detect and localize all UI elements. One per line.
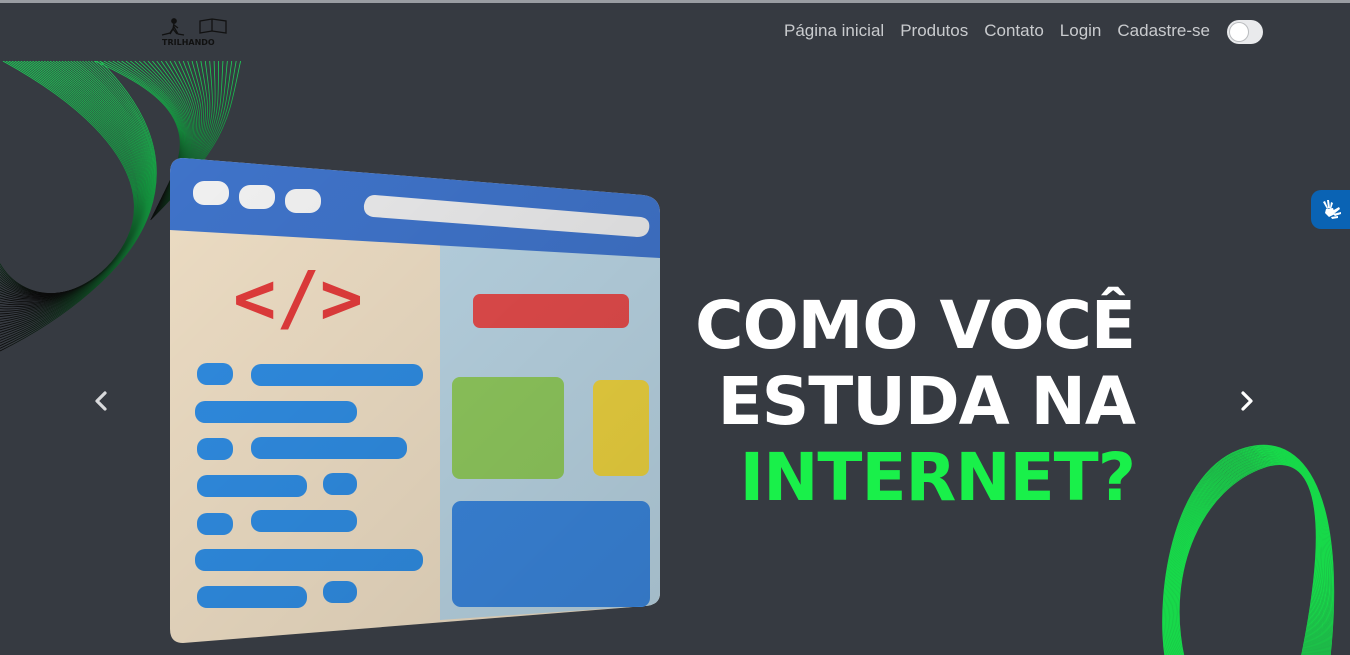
accessibility-widget-button[interactable]: [1311, 190, 1350, 229]
hero-headline-line-1: COMO VOCÊ: [695, 287, 1136, 364]
theme-toggle-knob: [1230, 23, 1248, 41]
hero-headline-line-2: ESTUDA NA: [717, 363, 1136, 440]
brand-logo[interactable]: TRILHANDO: [160, 15, 230, 51]
nav-link-products[interactable]: Produtos: [900, 21, 968, 41]
nav-link-home[interactable]: Página inicial: [784, 21, 884, 41]
chevron-left-icon: [95, 391, 107, 411]
wave-lines-decoration: [1162, 444, 1335, 655]
browser-code-window-illustration: </>: [165, 153, 665, 653]
main-nav: Página inicial Produtos Contato Login Ca…: [784, 21, 1210, 41]
hiker-book-icon: TRILHANDO: [161, 18, 227, 47]
sign-language-hands-icon: [1322, 199, 1341, 219]
nav-link-contact[interactable]: Contato: [984, 21, 1044, 41]
nav-link-signup[interactable]: Cadastre-se: [1117, 21, 1210, 41]
carousel-next-button[interactable]: [1232, 386, 1262, 416]
chevron-right-icon: [1241, 391, 1253, 411]
navbar: TRILHANDO Página inicial Produtos Contat…: [0, 3, 1350, 61]
nav-link-login[interactable]: Login: [1060, 21, 1102, 41]
hero-headline: COMO VOCÊ ESTUDA NA INTERNET?: [695, 287, 1136, 516]
logo-text: TRILHANDO: [162, 38, 215, 47]
theme-toggle[interactable]: [1227, 20, 1263, 44]
carousel-prev-button[interactable]: [86, 386, 116, 416]
hero-headline-line-3: INTERNET?: [739, 439, 1136, 516]
